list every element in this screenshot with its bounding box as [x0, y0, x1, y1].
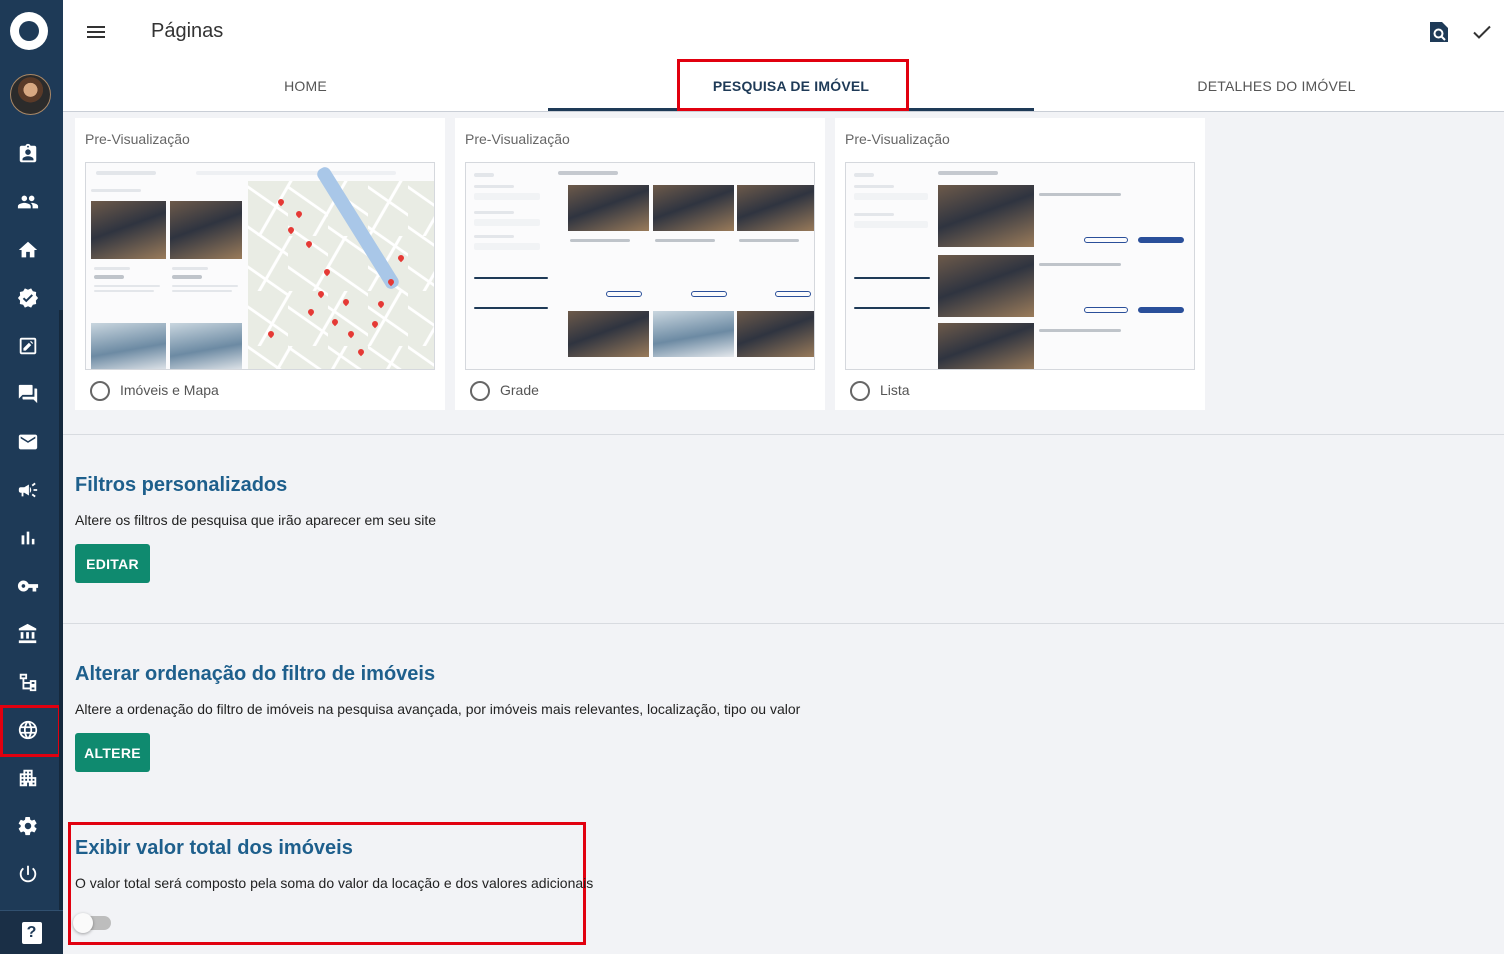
preview-title: Pre-Visualização: [465, 131, 570, 147]
contacts-icon[interactable]: [0, 134, 56, 174]
radio-label: Imóveis e Mapa: [120, 382, 219, 398]
preview-title: Pre-Visualização: [845, 131, 950, 147]
tab-home[interactable]: HOME: [63, 62, 548, 110]
change-ordering-button[interactable]: ALTERE: [75, 733, 150, 772]
filters-section-title: Filtros personalizados: [75, 474, 288, 496]
section-divider: [63, 434, 1504, 435]
settings-icon[interactable]: [0, 806, 56, 846]
mail-icon[interactable]: [0, 422, 56, 462]
preview-thumbnail-list[interactable]: [845, 162, 1195, 370]
edit-document-icon[interactable]: [0, 326, 56, 366]
menu-icon[interactable]: [85, 20, 109, 44]
logo-icon[interactable]: [10, 12, 48, 50]
radio-imoveis-e-mapa[interactable]: [90, 381, 110, 401]
search-document-icon[interactable]: [1428, 20, 1450, 44]
avatar[interactable]: [10, 74, 51, 115]
check-icon[interactable]: [1470, 20, 1494, 44]
buildings-icon[interactable]: [0, 758, 56, 798]
filters-section-description: Altere os filtros de pesquisa que irão a…: [75, 512, 437, 528]
sidebar-active-highlight: [0, 705, 61, 757]
preview-thumbnail-map[interactable]: [85, 162, 435, 370]
map-preview: [248, 164, 434, 369]
total-value-section-title: Exibir valor total dos imóveis: [75, 837, 353, 859]
app-header: Páginas HOME PESQUISA DE IMÓVEL DETALHES…: [63, 0, 1504, 112]
sidebar: ?: [0, 0, 63, 954]
tab-detalhes-do-imovel[interactable]: DETALHES DO IMÓVEL: [1034, 62, 1504, 110]
bank-icon[interactable]: [0, 614, 56, 654]
preview-card-map: Pre-Visualização Imóveis e Mapa: [75, 118, 445, 410]
help-icon: ?: [21, 921, 42, 944]
bar-chart-icon[interactable]: [0, 518, 56, 558]
preview-title: Pre-Visualização: [85, 131, 190, 147]
people-icon[interactable]: [0, 182, 56, 222]
ordering-section-description: Altere a ordenação do filtro de imóveis …: [75, 701, 801, 717]
tab-highlight-box: [677, 59, 909, 111]
radio-label: Lista: [880, 382, 910, 398]
ordering-section-title: Alterar ordenação do filtro de imóveis: [75, 663, 436, 685]
megaphone-icon[interactable]: [0, 470, 56, 510]
radio-lista[interactable]: [850, 381, 870, 401]
key-icon[interactable]: [0, 566, 56, 606]
preview-card-grid: Pre-Visualização Grade: [455, 118, 825, 410]
preview-thumbnail-grid[interactable]: [465, 162, 815, 370]
sidebar-scrollbar[interactable]: [59, 310, 63, 910]
edit-filters-button[interactable]: EDITAR: [75, 544, 150, 583]
radio-grade[interactable]: [470, 381, 490, 401]
hierarchy-icon[interactable]: [0, 662, 56, 702]
chat-icon[interactable]: [0, 374, 56, 414]
total-value-section-description: O valor total será composto pela soma do…: [75, 875, 594, 891]
home-icon[interactable]: [0, 230, 56, 270]
page-title: Páginas: [151, 20, 224, 42]
help-button[interactable]: ?: [0, 910, 63, 954]
total-value-toggle[interactable]: [73, 913, 111, 933]
section-divider: [63, 623, 1504, 624]
power-icon[interactable]: [0, 854, 56, 894]
preview-card-list: Pre-Visualização Lista: [835, 118, 1205, 410]
radio-label: Grade: [500, 382, 539, 398]
verified-icon[interactable]: [0, 278, 56, 318]
